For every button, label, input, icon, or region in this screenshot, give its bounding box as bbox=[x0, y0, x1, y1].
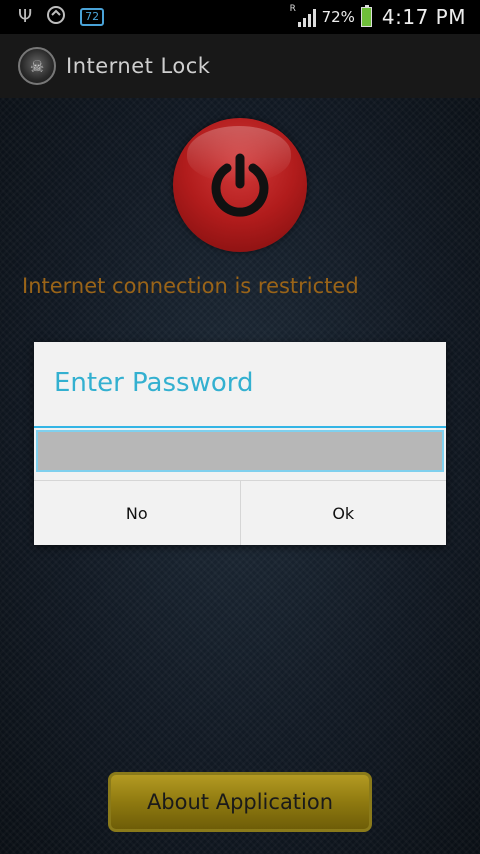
password-input[interactable] bbox=[36, 430, 444, 472]
dialog-title-divider bbox=[34, 426, 446, 428]
dialog-title: Enter Password bbox=[54, 368, 254, 398]
app-title: Internet Lock bbox=[66, 54, 211, 78]
roaming-indicator: R bbox=[289, 4, 296, 14]
signal-icon: R bbox=[290, 4, 316, 27]
app-skull-icon[interactable]: ☠ bbox=[18, 47, 56, 85]
battery-percent: 72% bbox=[321, 8, 355, 26]
battery-charging-icon bbox=[360, 5, 372, 27]
power-toggle-button[interactable] bbox=[173, 118, 307, 252]
power-icon bbox=[211, 153, 269, 217]
dialog-button-bar: No Ok bbox=[34, 480, 446, 545]
action-bar: ☠ Internet Lock bbox=[0, 34, 480, 98]
about-application-button[interactable]: About Application bbox=[108, 772, 372, 832]
sync-icon bbox=[46, 5, 66, 29]
notification-badge-icon: 72 bbox=[80, 8, 105, 26]
status-bar-right: R 72% 4:17 PM bbox=[290, 0, 466, 34]
usb-icon: Ψ bbox=[18, 6, 33, 27]
status-bar: Ψ 72 R 72% 4:17 PM bbox=[0, 0, 480, 34]
connection-status-message: Internet connection is restricted bbox=[22, 274, 359, 298]
status-bar-left: Ψ 72 bbox=[0, 5, 105, 29]
clock: 4:17 PM bbox=[381, 5, 466, 29]
no-button[interactable]: No bbox=[34, 481, 240, 545]
password-dialog: Enter Password No Ok bbox=[34, 342, 446, 545]
ok-button[interactable]: Ok bbox=[239, 481, 446, 545]
